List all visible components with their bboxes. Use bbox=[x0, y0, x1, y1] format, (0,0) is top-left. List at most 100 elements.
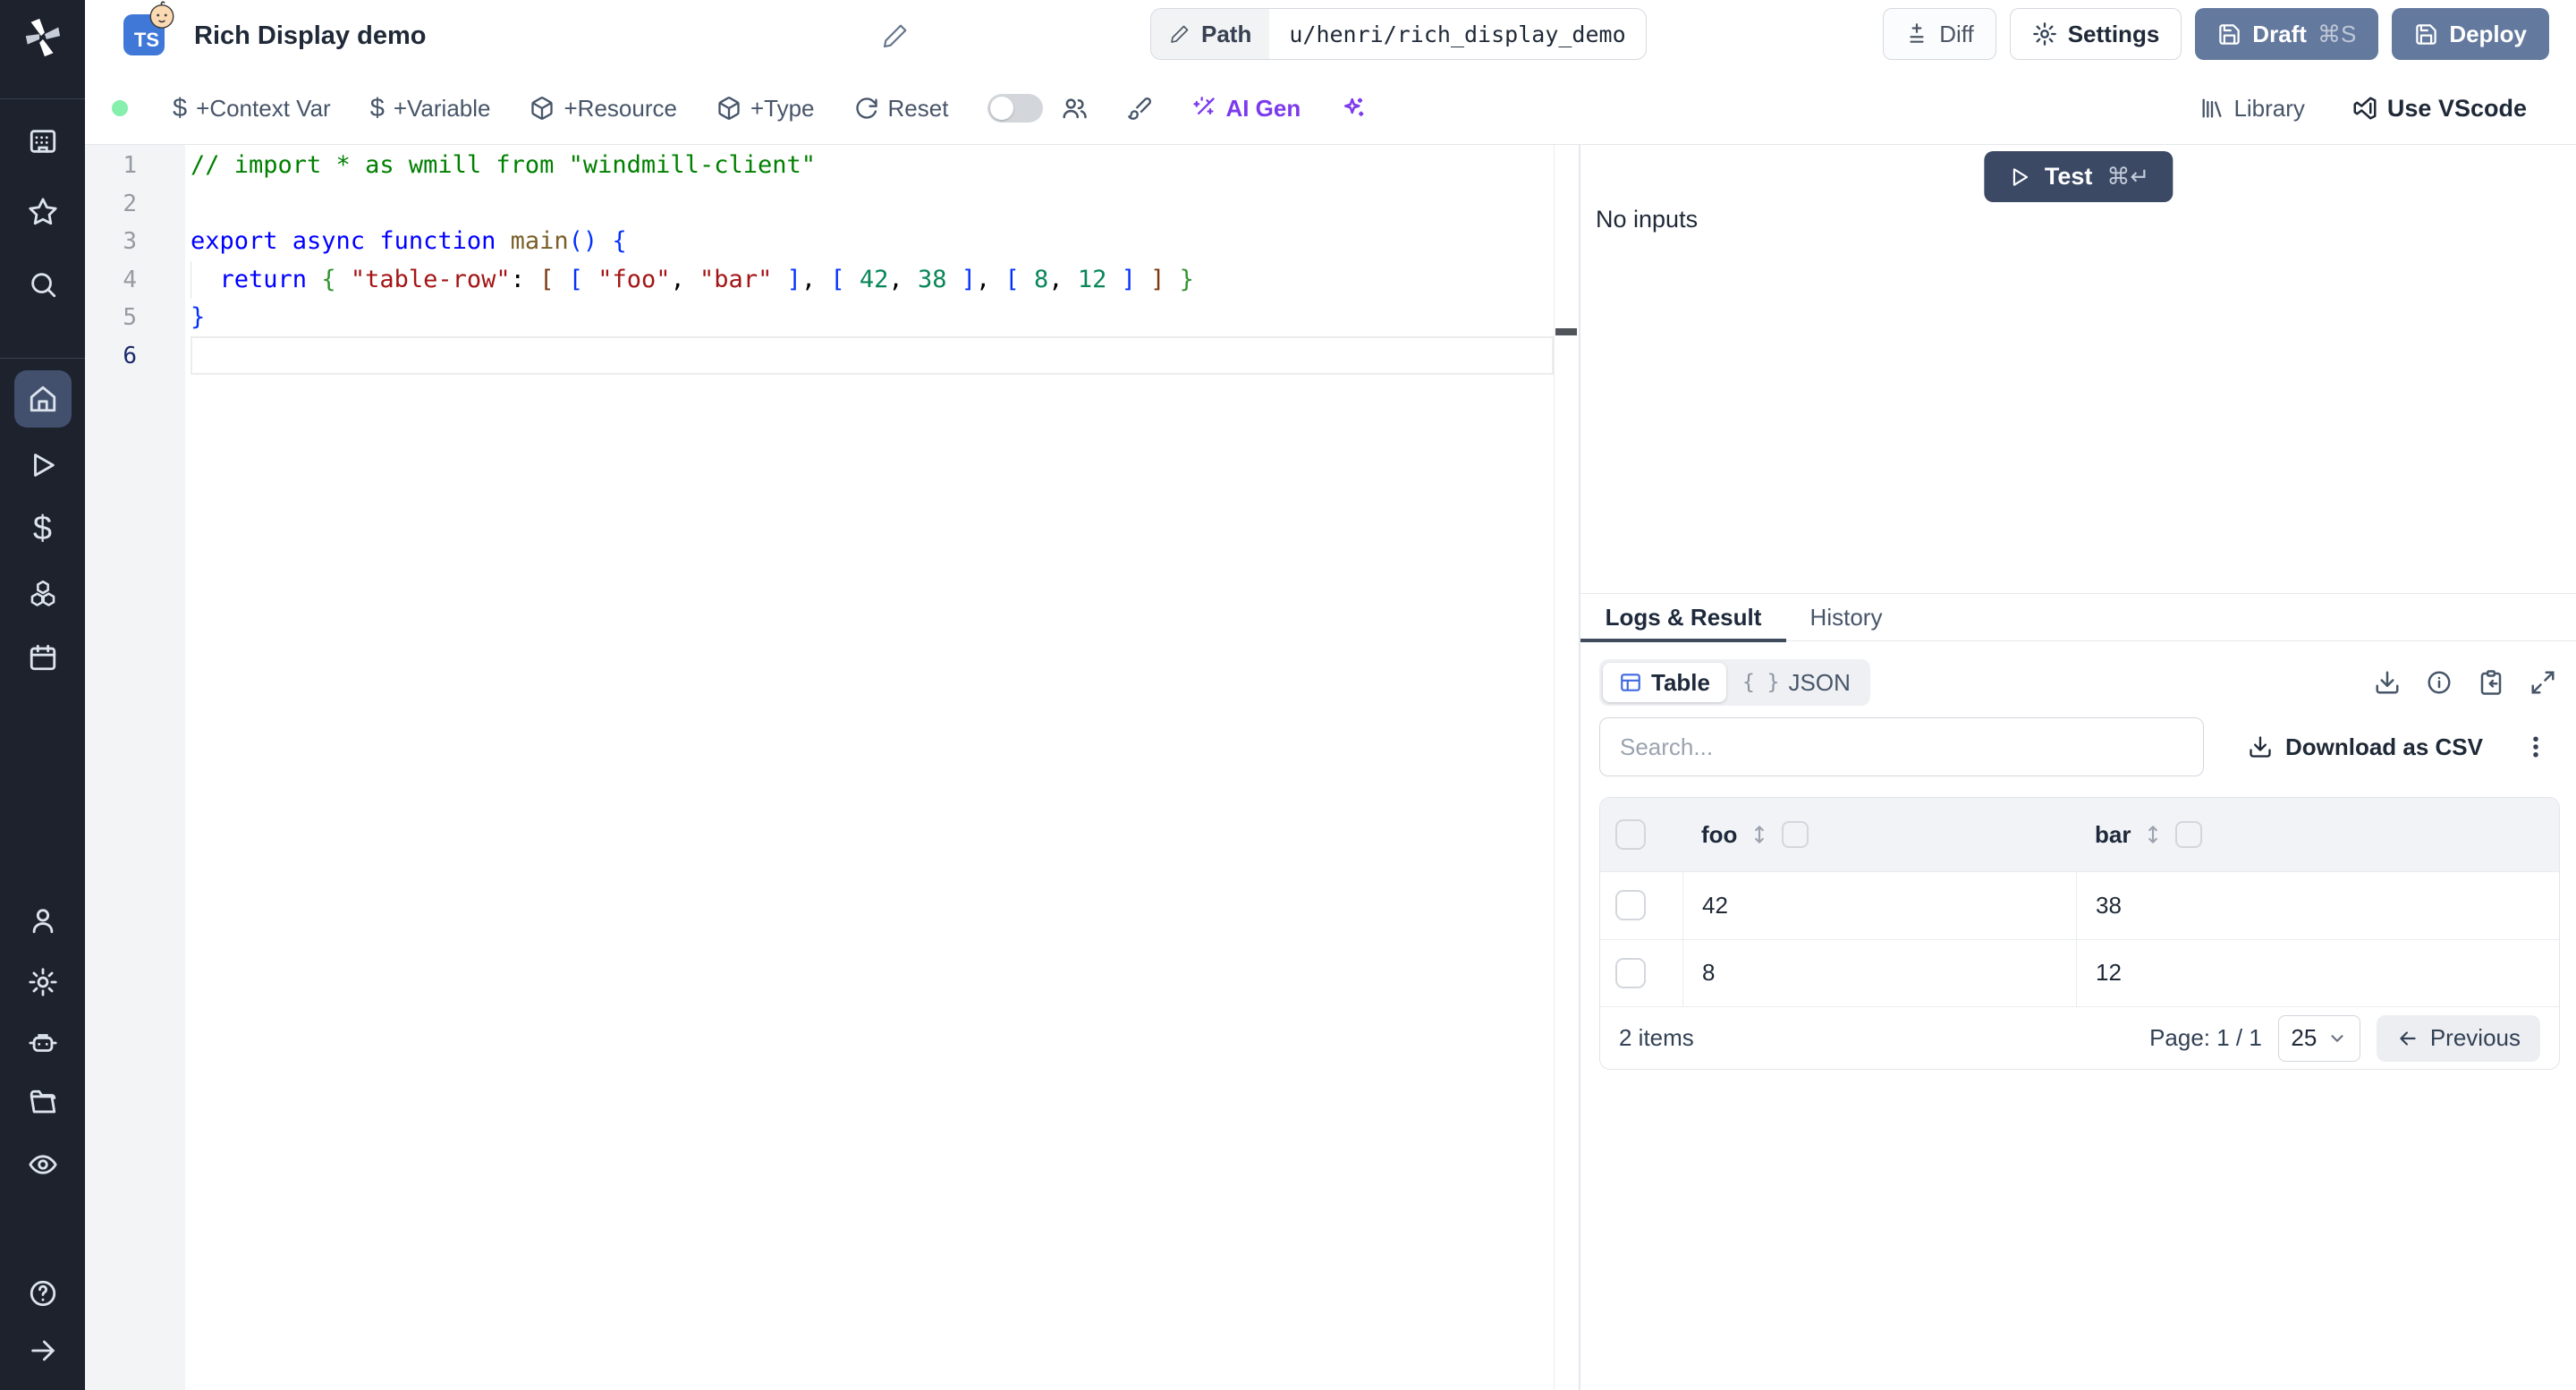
add-context-var-button[interactable]: $ +Context Var bbox=[173, 94, 331, 123]
code-line[interactable] bbox=[191, 185, 1194, 224]
ai-gen-label: AI Gen bbox=[1225, 94, 1301, 122]
path-value[interactable]: u/henri/rich_display_demo bbox=[1269, 9, 1645, 59]
row-checkbox-cell bbox=[1600, 872, 1682, 939]
overview-ruler[interactable] bbox=[1554, 145, 1579, 1390]
result-toolbar-icons bbox=[2374, 669, 2556, 696]
gear-icon bbox=[2032, 22, 2056, 46]
user-icon[interactable] bbox=[14, 892, 72, 949]
column-filter-box[interactable] bbox=[1782, 821, 1809, 848]
resources-icon[interactable] bbox=[14, 564, 72, 622]
select-all-checkbox[interactable] bbox=[1615, 819, 1646, 850]
row-checkbox[interactable] bbox=[1615, 890, 1646, 921]
toolbar-left: $ +Context Var $ +Variable +Resource +Ty… bbox=[112, 94, 1367, 123]
workspace-icon[interactable] bbox=[14, 113, 72, 170]
code-line[interactable]: } bbox=[191, 299, 1194, 337]
view-mode-json[interactable]: { } JSON bbox=[1726, 663, 1867, 702]
star-icon[interactable] bbox=[14, 183, 72, 241]
test-button[interactable]: Test ⌘↵ bbox=[1983, 151, 2174, 202]
diff-button[interactable]: Diff bbox=[1883, 8, 1996, 60]
code-editor[interactable]: 1 2 3 4 5 6 // import * as wmill from "windmi… bbox=[85, 145, 1579, 1390]
dollar-icon: $ bbox=[369, 93, 385, 123]
page-size-select[interactable]: 25 bbox=[2277, 1014, 2360, 1062]
help-icon[interactable] bbox=[14, 1265, 72, 1322]
add-resource-label: +Resource bbox=[564, 94, 677, 122]
workers-icon[interactable] bbox=[14, 1014, 72, 1072]
draft-label: Draft bbox=[2252, 20, 2307, 47]
table-header-row: foo bar bbox=[1600, 798, 2559, 871]
code-line[interactable] bbox=[191, 337, 1194, 376]
add-resource-button[interactable]: +Resource bbox=[530, 94, 677, 123]
package-icon bbox=[531, 97, 554, 120]
tab-logs-result[interactable]: Logs & Result bbox=[1580, 594, 1786, 642]
view-mode-table[interactable]: Table bbox=[1603, 663, 1726, 702]
collapse-arrow-icon[interactable] bbox=[14, 1322, 72, 1379]
add-variable-button[interactable]: $ +Variable bbox=[370, 94, 491, 123]
table-footer: 2 items Page: 1 / 1 25 Previous bbox=[1600, 1006, 2559, 1069]
search-input[interactable] bbox=[1599, 717, 2204, 776]
sort-icon[interactable] bbox=[2141, 823, 2165, 846]
line-number: 6 bbox=[123, 342, 137, 369]
kebab-menu-icon[interactable] bbox=[2522, 733, 2549, 760]
baby-emoji-icon bbox=[147, 0, 177, 36]
settings-button[interactable]: Settings bbox=[2009, 8, 2182, 60]
results-panel: Logs & Result History Table { } JSON Sea… bbox=[1580, 593, 2576, 1390]
path-label-section[interactable]: Path bbox=[1151, 9, 1270, 59]
line-number: 2 bbox=[123, 190, 137, 217]
status-dot bbox=[112, 100, 128, 116]
windmill-logo[interactable] bbox=[14, 9, 72, 66]
row-checkbox[interactable] bbox=[1615, 957, 1646, 988]
page-label: Page: 1 / 1 bbox=[2149, 1024, 2262, 1051]
deploy-button[interactable]: Deploy bbox=[2392, 8, 2549, 60]
code-line[interactable]: export async function main() { bbox=[191, 223, 1194, 261]
table-icon bbox=[1621, 674, 1640, 691]
play-icon bbox=[2012, 167, 2028, 186]
settings-icon[interactable] bbox=[14, 954, 72, 1011]
audit-eye-icon[interactable] bbox=[14, 1136, 72, 1193]
draft-button[interactable]: Draft ⌘S bbox=[2195, 8, 2379, 60]
editor-toolbar: $ +Context Var $ +Variable +Resource +Ty… bbox=[85, 72, 2576, 145]
pencil-icon bbox=[1171, 25, 1189, 43]
download-icon bbox=[2250, 736, 2271, 758]
library-button[interactable]: Library bbox=[2199, 95, 2305, 123]
edit-title-pencil-icon[interactable] bbox=[881, 21, 910, 55]
ai-gen-button[interactable]: AI Gen bbox=[1191, 95, 1301, 123]
column-label-bar: bar bbox=[2095, 820, 2131, 848]
table-row: 42 38 bbox=[1600, 871, 2559, 939]
runs-icon[interactable] bbox=[14, 436, 72, 494]
download-csv-button[interactable]: Download as CSV bbox=[2248, 733, 2483, 761]
folders-icon[interactable] bbox=[14, 1074, 72, 1131]
use-vscode-button[interactable]: Use VScode bbox=[2351, 95, 2527, 123]
home-icon[interactable] bbox=[13, 370, 72, 428]
reset-button[interactable]: Reset bbox=[854, 95, 948, 123]
info-icon[interactable] bbox=[2426, 669, 2453, 696]
sort-icon[interactable] bbox=[1748, 823, 1771, 846]
previous-page-button[interactable]: Previous bbox=[2376, 1014, 2540, 1062]
test-label: Test bbox=[2044, 163, 2093, 190]
line-number: 1 bbox=[123, 152, 137, 179]
column-filter-box[interactable] bbox=[2175, 821, 2203, 848]
clipboard-import-icon[interactable] bbox=[2478, 669, 2504, 696]
tab-history[interactable]: History bbox=[1788, 594, 1904, 641]
schedules-icon[interactable] bbox=[14, 629, 72, 686]
code-line[interactable]: // import * as wmill from "windmill-clie… bbox=[191, 147, 1194, 185]
download-icon[interactable] bbox=[2374, 669, 2401, 696]
sidebar: $ bbox=[0, 0, 85, 1390]
path-widget[interactable]: Path u/henri/rich_display_demo bbox=[1150, 8, 1647, 60]
code-line[interactable]: return { "table-row": [ [ "foo", "bar" ]… bbox=[191, 261, 1194, 300]
multiplayer-toggle[interactable] bbox=[987, 94, 1044, 123]
ai-sparkles-button[interactable] bbox=[1340, 95, 1367, 122]
add-variable-label: +Variable bbox=[393, 94, 491, 122]
vscode-icon bbox=[2353, 97, 2377, 120]
column-label-foo: foo bbox=[1701, 820, 1738, 848]
add-type-button[interactable]: +Type bbox=[716, 95, 815, 123]
package-icon bbox=[718, 97, 740, 120]
format-button[interactable] bbox=[1127, 96, 1152, 121]
search-icon[interactable] bbox=[14, 256, 72, 313]
table-cell: 8 bbox=[1682, 939, 2076, 1006]
code-lines[interactable]: // import * as wmill from "windmill-clie… bbox=[191, 147, 1194, 375]
expand-icon[interactable] bbox=[2529, 669, 2556, 696]
toggle-knob bbox=[990, 97, 1014, 120]
variables-icon[interactable]: $ bbox=[14, 500, 72, 557]
chevron-down-icon bbox=[2331, 1034, 2343, 1042]
pagination: Page: 1 / 1 25 Previous bbox=[2149, 1014, 2540, 1062]
